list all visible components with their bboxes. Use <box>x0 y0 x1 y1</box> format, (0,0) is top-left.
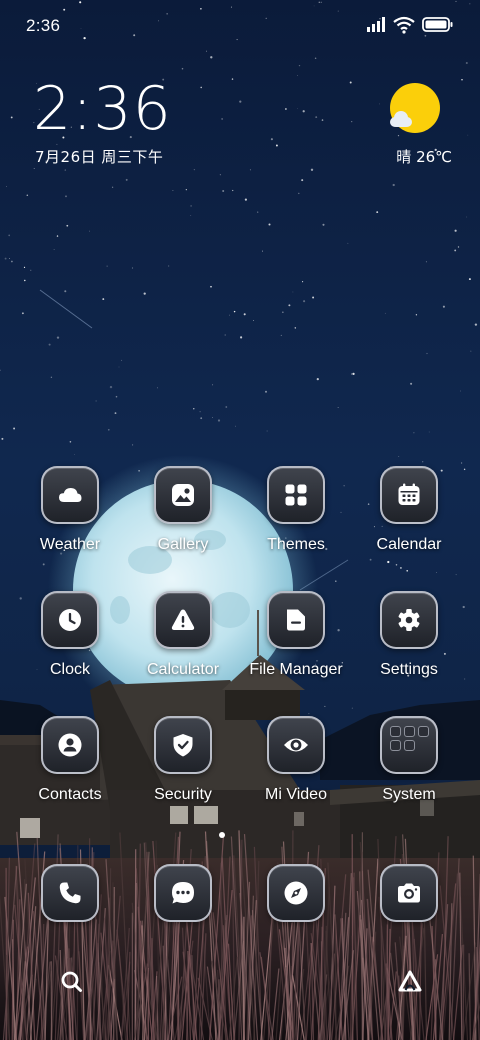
themes-icon <box>285 484 307 506</box>
app-label-weather: Weather <box>39 536 101 553</box>
gallery-app-icon-tile[interactable] <box>154 466 212 524</box>
dock-camera[interactable] <box>354 864 464 974</box>
status-bar: 2:36 <box>0 0 480 50</box>
calculator-app-icon-tile[interactable] <box>154 591 212 649</box>
phone-icon <box>59 882 81 904</box>
dock-messages[interactable] <box>128 864 238 974</box>
app-label-settings: Settings <box>380 661 438 678</box>
app-label-system: System <box>382 786 436 803</box>
calendar-icon <box>398 483 420 505</box>
search-icon[interactable] <box>58 968 86 996</box>
app-file-manager[interactable]: File Manager <box>241 591 351 701</box>
home-date[interactable]: 7月26日 周三下午 <box>35 146 163 167</box>
app-label-security: Security <box>154 786 212 803</box>
camera-app-icon-tile[interactable] <box>380 864 438 922</box>
app-label-gallery: Gallery <box>157 536 209 553</box>
dock-browser[interactable] <box>241 864 351 974</box>
app-label-themes: Themes <box>267 536 325 553</box>
compass-icon <box>284 881 308 905</box>
mi-video-app-icon-tile[interactable] <box>267 716 325 774</box>
app-security[interactable]: Security <box>128 716 238 826</box>
camera-icon <box>398 883 420 903</box>
app-label-file-manager: File Manager <box>249 661 343 678</box>
warning-icon <box>171 609 195 630</box>
app-clock[interactable]: Clock <box>15 591 125 701</box>
app-gallery[interactable]: Gallery <box>128 466 238 576</box>
phone-app-icon-tile[interactable] <box>41 864 99 922</box>
status-icons <box>366 15 456 35</box>
clock-icon <box>59 609 81 631</box>
clock-app-icon-tile[interactable] <box>41 591 99 649</box>
weather-cloud-icon <box>59 488 82 502</box>
file-manager-app-icon-tile[interactable] <box>267 591 325 649</box>
messages-icon <box>172 882 194 904</box>
app-calculator[interactable]: Calculator <box>128 591 238 701</box>
settings-app-icon-tile[interactable] <box>380 591 438 649</box>
gallery-icon <box>172 484 194 506</box>
folder-system[interactable]: System <box>354 716 464 826</box>
gear-icon <box>398 609 420 631</box>
app-label-calculator: Calculator <box>146 661 220 678</box>
contacts-icon <box>58 733 82 757</box>
security-app-icon-tile[interactable] <box>154 716 212 774</box>
app-label-mi-video: Mi Video <box>265 786 327 803</box>
status-time: 2:36 <box>26 16 61 35</box>
folder-apps-icon <box>388 724 432 768</box>
app-label-contacts: Contacts <box>38 786 102 803</box>
weather-app-icon-tile[interactable] <box>41 466 99 524</box>
browser-app-icon-tile[interactable] <box>267 864 325 922</box>
system-folder-tile[interactable] <box>380 716 438 774</box>
page-indicator-dot[interactable] <box>219 832 225 838</box>
app-contacts[interactable]: Contacts <box>15 716 125 826</box>
weather-widget[interactable]: 晴 26℃ <box>380 82 452 168</box>
app-calendar[interactable]: Calendar <box>354 466 464 576</box>
home-clock-time[interactable]: 2:36 <box>33 76 172 142</box>
weather-text: 晴 26℃ <box>396 148 452 166</box>
app-drawer-icon[interactable] <box>396 968 424 996</box>
folder-icon <box>287 609 305 631</box>
signal-icon <box>367 17 385 32</box>
battery-icon <box>422 17 453 32</box>
app-themes[interactable]: Themes <box>241 466 351 576</box>
app-label-clock: Clock <box>49 661 90 678</box>
shield-icon <box>173 734 193 757</box>
contacts-app-icon-tile[interactable] <box>41 716 99 774</box>
themes-app-icon-tile[interactable] <box>267 466 325 524</box>
calendar-app-icon-tile[interactable] <box>380 466 438 524</box>
app-settings[interactable]: Settings <box>354 591 464 701</box>
wifi-icon <box>393 16 415 34</box>
app-label-calendar: Calendar <box>376 536 442 553</box>
sunny-cloud-icon <box>390 83 440 133</box>
eye-icon <box>284 738 308 752</box>
app-weather[interactable]: Weather <box>15 466 125 576</box>
messages-app-icon-tile[interactable] <box>154 864 212 922</box>
dock-phone[interactable] <box>15 864 125 974</box>
app-mi-video[interactable]: Mi Video <box>241 716 351 826</box>
